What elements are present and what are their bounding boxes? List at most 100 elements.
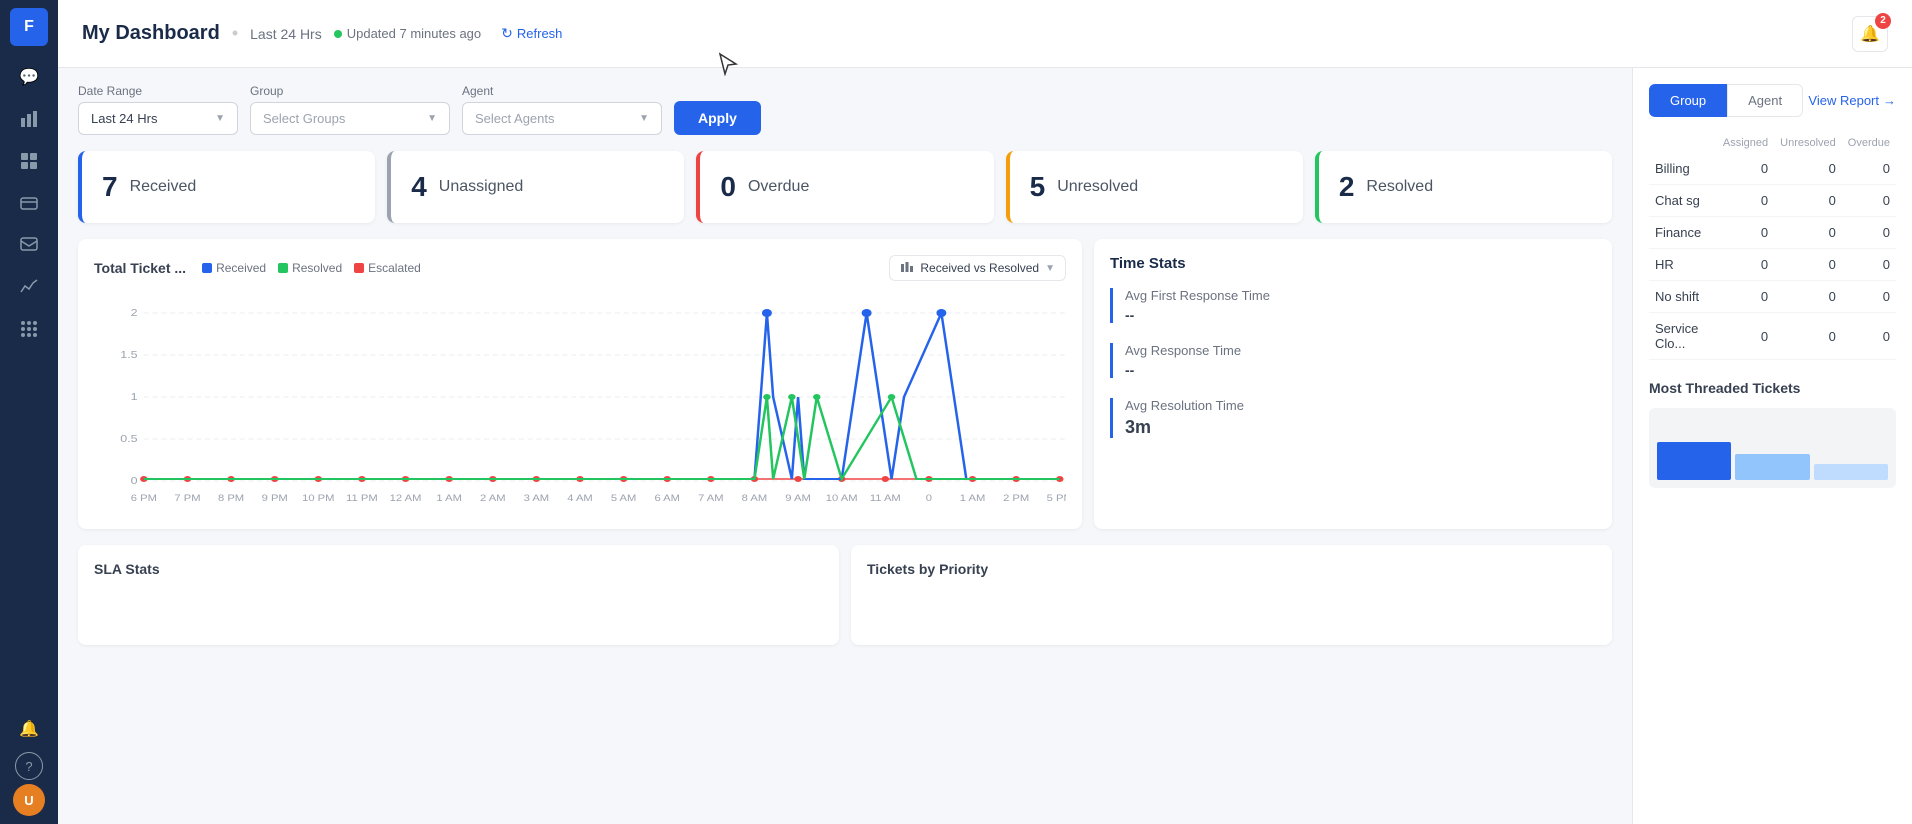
svg-text:5 AM: 5 AM bbox=[611, 494, 637, 504]
sidebar-icon-ticket[interactable] bbox=[10, 184, 48, 222]
table-header bbox=[1649, 133, 1717, 153]
chart-dropdown[interactable]: Received vs Resolved ▼ bbox=[889, 255, 1066, 281]
table-cell: 0 bbox=[1717, 313, 1774, 360]
main-content: My Dashboard • Last 24 Hrs Updated 7 min… bbox=[58, 0, 1912, 824]
svg-text:11 PM: 11 PM bbox=[346, 494, 378, 504]
table-cell: Finance bbox=[1649, 217, 1717, 249]
table-row: Service Clo...000 bbox=[1649, 313, 1896, 360]
green-dot-icon bbox=[334, 30, 342, 38]
table-row: Finance000 bbox=[1649, 217, 1896, 249]
svg-text:7 AM: 7 AM bbox=[698, 494, 724, 504]
sidebar-icon-analytics[interactable] bbox=[10, 268, 48, 306]
agent-select[interactable]: Select Agents ▼ bbox=[462, 102, 662, 135]
group-filter: Group Select Groups ▼ bbox=[250, 84, 450, 135]
svg-text:6 PM: 6 PM bbox=[131, 494, 157, 504]
updated-badge: Updated 7 minutes ago bbox=[334, 26, 481, 41]
svg-text:1.5: 1.5 bbox=[120, 350, 137, 361]
chevron-down-icon: ▼ bbox=[215, 113, 225, 124]
group-label: Group bbox=[250, 84, 450, 98]
group-select[interactable]: Select Groups ▼ bbox=[250, 102, 450, 135]
sidebar-icon-chat[interactable]: 💬 bbox=[10, 58, 48, 96]
table-row: Chat sg000 bbox=[1649, 185, 1896, 217]
group-chevron-icon: ▼ bbox=[427, 113, 437, 124]
tab-agent[interactable]: Agent bbox=[1727, 84, 1803, 117]
chart-title: Total Ticket ... bbox=[94, 260, 186, 276]
stat-card-unassigned: 4Unassigned bbox=[387, 151, 684, 223]
svg-text:2 PM: 2 PM bbox=[1003, 494, 1029, 504]
sidebar-icon-help[interactable]: ? bbox=[15, 752, 43, 780]
svg-text:1: 1 bbox=[131, 392, 138, 403]
table-cell: 0 bbox=[1774, 153, 1842, 185]
agent-filter: Agent Select Agents ▼ bbox=[462, 84, 662, 135]
tickets-by-priority-card: Tickets by Priority bbox=[851, 545, 1612, 645]
dashboard-panel: Date Range Last 24 Hrs ▼ Group Select Gr… bbox=[58, 68, 1632, 824]
sidebar-icon-barchart[interactable] bbox=[10, 100, 48, 138]
table-row: No shift000 bbox=[1649, 281, 1896, 313]
time-stat-item: Avg Resolution Time3m bbox=[1110, 398, 1596, 438]
table-cell: 0 bbox=[1842, 313, 1896, 360]
date-range-label: Date Range bbox=[78, 84, 238, 98]
rp-table: AssignedUnresolvedOverdue Billing000Chat… bbox=[1649, 133, 1896, 360]
stat-card-resolved: 2Resolved bbox=[1315, 151, 1612, 223]
sla-stats-title: SLA Stats bbox=[94, 561, 823, 577]
svg-text:2 AM: 2 AM bbox=[480, 494, 506, 504]
ticket-chart-svg-container: 2 1.5 1 0.5 0 bbox=[94, 293, 1066, 513]
time-stat-item: Avg First Response Time-- bbox=[1110, 288, 1596, 323]
table-cell: 0 bbox=[1842, 281, 1896, 313]
table-cell: 0 bbox=[1842, 185, 1896, 217]
table-cell: No shift bbox=[1649, 281, 1717, 313]
refresh-icon: ↻ bbox=[501, 25, 513, 42]
agent-chevron-icon: ▼ bbox=[639, 113, 649, 124]
most-threaded-title: Most Threaded Tickets bbox=[1649, 380, 1896, 396]
notification-button[interactable]: 🔔 2 bbox=[1852, 16, 1888, 52]
table-cell: 0 bbox=[1842, 249, 1896, 281]
svg-text:8 PM: 8 PM bbox=[218, 494, 244, 504]
header-time-range: Last 24 Hrs bbox=[250, 26, 322, 42]
sidebar-icon-bell[interactable]: 🔔 bbox=[10, 710, 48, 748]
chart-header: Total Ticket ... ReceivedResolvedEscalat… bbox=[94, 255, 1066, 281]
dropdown-chevron-icon: ▼ bbox=[1045, 263, 1055, 274]
view-report-link[interactable]: View Report → bbox=[1808, 93, 1896, 108]
table-cell: 0 bbox=[1842, 153, 1896, 185]
charts-row: Total Ticket ... ReceivedResolvedEscalat… bbox=[78, 239, 1612, 529]
svg-text:11 AM: 11 AM bbox=[870, 494, 901, 504]
sidebar-icon-grid[interactable] bbox=[10, 142, 48, 180]
user-avatar[interactable]: U bbox=[13, 784, 45, 816]
app-logo[interactable]: F bbox=[10, 8, 48, 46]
notification-badge: 2 bbox=[1875, 13, 1891, 29]
table-cell: Service Clo... bbox=[1649, 313, 1717, 360]
svg-text:1 AM: 1 AM bbox=[436, 494, 462, 504]
time-stats-items: Avg First Response Time-- Avg Response Ti… bbox=[1110, 288, 1596, 438]
header-left: My Dashboard • Last 24 Hrs Updated 7 min… bbox=[82, 21, 570, 46]
svg-text:0: 0 bbox=[131, 476, 138, 487]
legend-dot-icon bbox=[202, 263, 212, 273]
table-cell: 0 bbox=[1717, 153, 1774, 185]
sidebar-icon-message[interactable] bbox=[10, 226, 48, 264]
apply-button[interactable]: Apply bbox=[674, 101, 761, 135]
refresh-button[interactable]: ↻ Refresh bbox=[493, 21, 570, 46]
table-header: Assigned bbox=[1717, 133, 1774, 153]
table-cell: 0 bbox=[1774, 281, 1842, 313]
table-header: Overdue bbox=[1842, 133, 1896, 153]
table-cell: HR bbox=[1649, 249, 1717, 281]
tab-group[interactable]: Group bbox=[1649, 84, 1727, 117]
time-stat-item: Avg Response Time-- bbox=[1110, 343, 1596, 378]
svg-text:7 PM: 7 PM bbox=[174, 494, 200, 504]
time-stats-title: Time Stats bbox=[1110, 255, 1596, 272]
filters-row: Date Range Last 24 Hrs ▼ Group Select Gr… bbox=[78, 84, 1612, 135]
arrow-right-icon: → bbox=[1883, 93, 1896, 108]
table-cell: 0 bbox=[1774, 313, 1842, 360]
time-stats-card: Time Stats Avg First Response Time--Avg … bbox=[1094, 239, 1612, 529]
stat-card-received: 7Received bbox=[78, 151, 375, 223]
date-range-select[interactable]: Last 24 Hrs ▼ bbox=[78, 102, 238, 135]
dot-separator: • bbox=[232, 23, 238, 44]
legend-dot-icon bbox=[278, 263, 288, 273]
legend-dot-icon bbox=[354, 263, 364, 273]
svg-text:8 AM: 8 AM bbox=[742, 494, 768, 504]
right-panel-tabs: Group Agent View Report → bbox=[1649, 84, 1896, 117]
sidebar-icon-apps[interactable] bbox=[10, 310, 48, 348]
svg-text:6 AM: 6 AM bbox=[654, 494, 680, 504]
page-title: My Dashboard bbox=[82, 22, 220, 45]
svg-text:2: 2 bbox=[131, 308, 138, 319]
rp-tab-group: Group Agent bbox=[1649, 84, 1803, 117]
